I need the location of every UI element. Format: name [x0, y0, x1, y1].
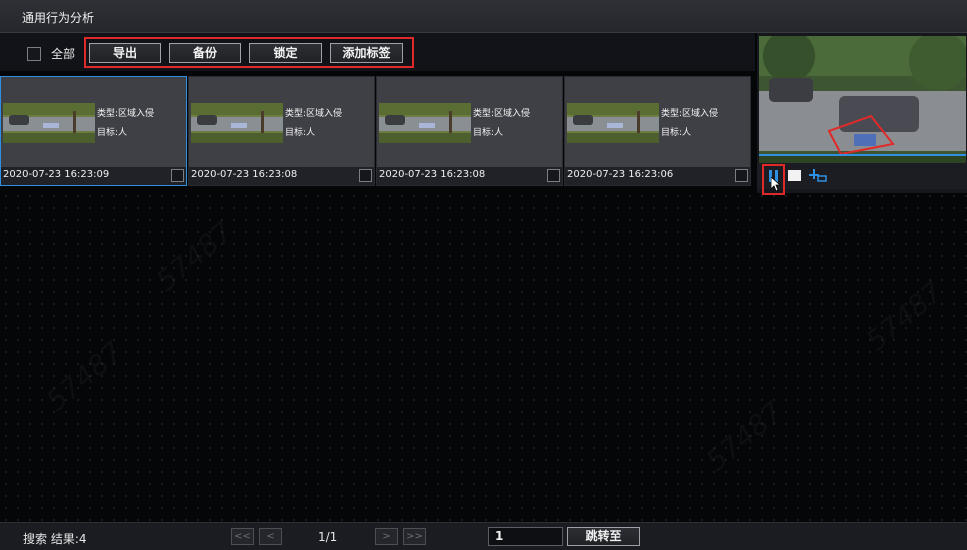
result-checkbox[interactable] — [735, 169, 748, 182]
page-number-input[interactable]: 1 — [488, 527, 563, 546]
result-thumbnail[interactable] — [3, 103, 95, 143]
result-card[interactable]: 类型:区域入侵 目标:人 2020-07-23 16:23:08 — [376, 76, 563, 186]
select-all[interactable]: 全部 — [27, 45, 75, 62]
snapshot-icon[interactable] — [809, 169, 827, 186]
background-pattern — [0, 190, 967, 522]
result-card[interactable]: 类型:区域入侵 目标:人 2020-07-23 16:23:08 — [188, 76, 375, 186]
result-footer: 2020-07-23 16:23:06 — [565, 167, 750, 185]
select-all-label: 全部 — [51, 47, 76, 61]
page-title: 通用行为分析 — [22, 11, 95, 25]
result-target: 目标:人 — [285, 128, 316, 138]
add-tag-button[interactable]: 添加标签 — [330, 43, 403, 63]
result-timestamp: 2020-07-23 16:23:08 — [379, 169, 486, 180]
result-checkbox[interactable] — [547, 169, 560, 182]
backup-button[interactable]: 备份 — [169, 43, 241, 63]
result-footer: 2020-07-23 16:23:09 — [1, 167, 186, 185]
export-button[interactable]: 导出 — [89, 43, 161, 63]
result-target: 目标:人 — [473, 128, 504, 138]
result-info: 类型:区域入侵 目标:人 — [97, 105, 154, 143]
last-page-button[interactable]: >> — [403, 528, 426, 545]
result-checkbox[interactable] — [171, 169, 184, 182]
result-footer: 2020-07-23 16:23:08 — [377, 167, 562, 185]
result-target: 目标:人 — [97, 128, 128, 138]
result-timestamp: 2020-07-23 16:23:06 — [567, 169, 674, 180]
result-checkbox[interactable] — [359, 169, 372, 182]
preview-video[interactable] — [759, 36, 966, 163]
toolbar: 全部 导出 备份 锁定 添加标签 — [0, 33, 755, 71]
result-type: 类型:区域入侵 — [661, 109, 719, 119]
preview-controls — [757, 163, 967, 195]
stop-icon[interactable] — [788, 170, 801, 184]
result-info: 类型:区域入侵 目标:人 — [473, 105, 530, 143]
page-info: 1/1 — [318, 530, 338, 544]
result-info: 类型:区域入侵 目标:人 — [661, 105, 718, 143]
select-all-checkbox[interactable] — [27, 46, 41, 61]
search-result-count: 搜索 结果:4 — [23, 532, 87, 546]
go-to-page-button[interactable]: 跳转至 — [567, 527, 640, 546]
result-timestamp: 2020-07-23 16:23:08 — [191, 169, 298, 180]
result-card[interactable]: 类型:区域入侵 目标:人 2020-07-23 16:23:06 — [564, 76, 751, 186]
result-card[interactable]: 类型:区域入侵 目标:人 2020-07-23 16:23:09 — [0, 76, 187, 186]
preview-panel — [757, 33, 967, 195]
result-type: 类型:区域入侵 — [473, 109, 531, 119]
lock-button[interactable]: 锁定 — [249, 43, 322, 63]
next-page-button[interactable]: > — [375, 528, 398, 545]
result-info: 类型:区域入侵 目标:人 — [285, 105, 342, 143]
result-type: 类型:区域入侵 — [97, 109, 155, 119]
first-page-button[interactable]: << — [231, 528, 254, 545]
title-bar: 通用行为分析 — [0, 0, 967, 33]
result-type: 类型:区域入侵 — [285, 109, 343, 119]
result-target: 目标:人 — [661, 128, 692, 138]
mouse-cursor-icon — [770, 176, 782, 194]
result-thumbnail[interactable] — [191, 103, 283, 143]
result-timestamp: 2020-07-23 16:23:09 — [3, 169, 110, 180]
result-thumbnail[interactable] — [379, 103, 471, 143]
status-bar: 搜索 结果:4 << < 1/1 > >> 1 跳转至 — [0, 522, 967, 550]
prev-page-button[interactable]: < — [259, 528, 282, 545]
result-footer: 2020-07-23 16:23:08 — [189, 167, 374, 185]
result-thumbnail[interactable] — [567, 103, 659, 143]
